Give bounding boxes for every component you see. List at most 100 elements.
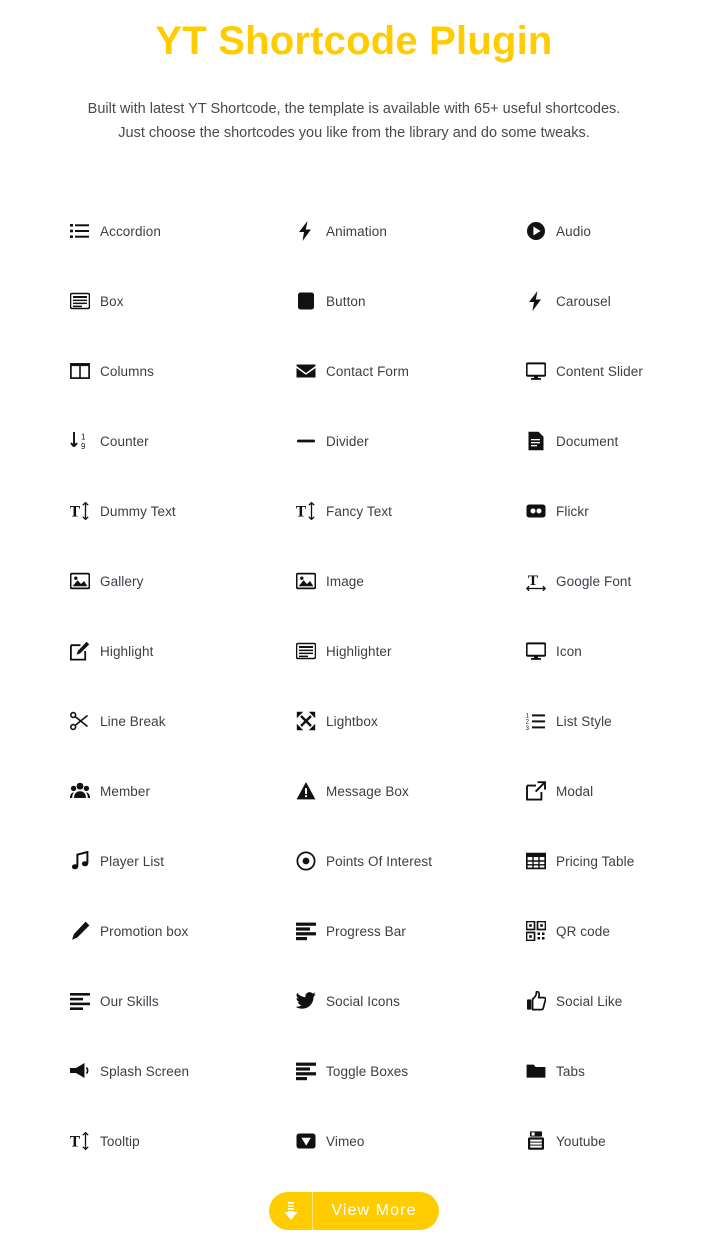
shortcode-item[interactable]: Carousel	[526, 266, 708, 336]
shortcode-item-label: Social Like	[556, 993, 623, 1009]
shortcode-item-label: Image	[326, 573, 365, 589]
shortcode-item-label: Carousel	[556, 293, 611, 309]
shortcode-item[interactable]: T Tooltip	[70, 1106, 296, 1176]
external-link-icon	[526, 781, 546, 801]
shortcode-item[interactable]: Message Box	[296, 756, 526, 826]
shortcode-item[interactable]: Modal	[526, 756, 708, 826]
shortcode-item-label: Audio	[556, 223, 592, 239]
shortcode-item[interactable]: Points Of Interest	[296, 826, 526, 896]
vimeo-icon	[296, 1131, 316, 1151]
text-height-icon: T	[70, 1131, 90, 1151]
shortcode-item[interactable]: Columns	[70, 336, 296, 406]
shortcode-item-label: Vimeo	[326, 1133, 365, 1149]
folder-icon	[526, 1061, 546, 1081]
subtitle-line-1: Built with latest YT Shortcode, the temp…	[87, 101, 621, 117]
shortcode-item[interactable]: Gallery	[70, 546, 296, 616]
shortcode-item[interactable]: T Dummy Text	[70, 476, 296, 546]
shortcode-item[interactable]: Highlight	[70, 616, 296, 686]
view-more-button[interactable]: View More	[269, 1192, 439, 1230]
play-circle-icon	[526, 221, 546, 241]
svg-text:1: 1	[526, 713, 530, 719]
pencil-square-icon	[70, 641, 90, 661]
shortcode-item[interactable]: Player List	[70, 826, 296, 896]
ordered-list-icon: 123	[526, 711, 546, 731]
shortcode-item[interactable]: Box	[70, 266, 296, 336]
shortcode-item[interactable]: Icon	[526, 616, 708, 686]
shortcode-item-label: Animation	[326, 223, 387, 239]
bolt-icon	[526, 291, 546, 311]
shortcode-item[interactable]: T Fancy Text	[296, 476, 526, 546]
shortcode-item-label: Document	[556, 433, 619, 449]
shortcode-item[interactable]: Flickr	[526, 476, 708, 546]
minus-icon	[296, 431, 316, 451]
shortcode-item[interactable]: Social Like	[526, 966, 708, 1036]
window-box-icon	[70, 291, 90, 311]
text-height-icon: T	[70, 501, 90, 521]
svg-text:1: 1	[81, 433, 86, 442]
shortcode-item[interactable]: 1 2 3 List Style	[526, 686, 708, 756]
pencil-icon	[70, 921, 90, 941]
shortcode-item-label: Points Of Interest	[326, 853, 433, 869]
shortcode-item[interactable]: Pricing Table	[526, 826, 708, 896]
shortcode-item[interactable]: Toggle Boxes	[296, 1036, 526, 1106]
columns-icon	[70, 361, 90, 381]
shortcode-item[interactable]: Image	[296, 546, 526, 616]
twitter-bird-icon	[296, 991, 316, 1011]
shortcode-item[interactable]: Lightbox	[296, 686, 526, 756]
shortcode-item[interactable]: QR code	[526, 896, 708, 966]
shortcode-item[interactable]: Member	[70, 756, 296, 826]
shortcode-item-label: Flickr	[556, 503, 589, 519]
youtube-icon	[526, 1131, 546, 1151]
shortcode-item-label: Youtube	[556, 1133, 606, 1149]
progress-bars-icon	[296, 1061, 316, 1081]
shortcode-item-label: Highlighter	[326, 643, 392, 659]
shortcode-item[interactable]: Accordion	[70, 196, 296, 266]
shortcode-item[interactable]: Tabs	[526, 1036, 708, 1106]
shortcode-item[interactable]: Progress Bar	[296, 896, 526, 966]
shortcode-item[interactable]: 1 9 Counter	[70, 406, 296, 476]
page-subtitle: Built with latest YT Shortcode, the temp…	[0, 98, 708, 146]
shortcode-item[interactable]: Contact Form	[296, 336, 526, 406]
qrcode-icon	[526, 921, 546, 941]
shortcode-item[interactable]: T Google Font	[526, 546, 708, 616]
shortcode-item-label: Progress Bar	[326, 923, 406, 939]
shortcode-item[interactable]: Animation	[296, 196, 526, 266]
table-grid-icon	[526, 851, 546, 871]
svg-text:T: T	[70, 504, 81, 521]
shortcode-item[interactable]: Splash Screen	[70, 1036, 296, 1106]
list-icon	[70, 221, 90, 241]
shortcode-item-label: Content Slider	[556, 363, 643, 379]
shortcode-item-label: Message Box	[326, 783, 409, 799]
shortcode-item[interactable]: Content Slider	[526, 336, 708, 406]
shortcode-item[interactable]: Button	[296, 266, 526, 336]
svg-text:T: T	[70, 1134, 81, 1151]
shortcode-item-label: Lightbox	[326, 713, 378, 729]
shortcode-item[interactable]: Divider	[296, 406, 526, 476]
shortcode-item[interactable]: Document	[526, 406, 708, 476]
shortcode-item-label: Highlight	[100, 643, 154, 659]
shortcode-item-label: Toggle Boxes	[326, 1063, 409, 1079]
align-left-icon	[70, 991, 90, 1011]
shortcode-item-label: List Style	[556, 713, 612, 729]
shortcode-item-label: Counter	[100, 433, 149, 449]
shortcode-item[interactable]: Social Icons	[296, 966, 526, 1036]
dot-circle-icon	[296, 851, 316, 871]
shortcode-item[interactable]: Youtube	[526, 1106, 708, 1176]
shortcode-grid: Accordion Animation Audio Box Button Carousel…	[0, 196, 708, 1176]
image-icon	[70, 571, 90, 591]
shortcode-item[interactable]: Audio	[526, 196, 708, 266]
shortcode-item-label: Button	[326, 293, 366, 309]
shortcode-item[interactable]: Line Break	[70, 686, 296, 756]
window-box-icon	[296, 641, 316, 661]
shortcode-item[interactable]: Promotion box	[70, 896, 296, 966]
shortcode-item[interactable]: Our Skills	[70, 966, 296, 1036]
hero-section: YT Shortcode Plugin Built with latest YT…	[0, 0, 708, 146]
shortcode-item-label: Tooltip	[100, 1133, 140, 1149]
shortcode-item[interactable]: Highlighter	[296, 616, 526, 686]
flickr-icon	[526, 501, 546, 521]
shortcode-item[interactable]: Vimeo	[296, 1106, 526, 1176]
shortcode-item-label: QR code	[556, 923, 610, 939]
shortcode-item-label: Player List	[100, 853, 165, 869]
svg-text:T: T	[296, 504, 307, 521]
image-icon	[296, 571, 316, 591]
